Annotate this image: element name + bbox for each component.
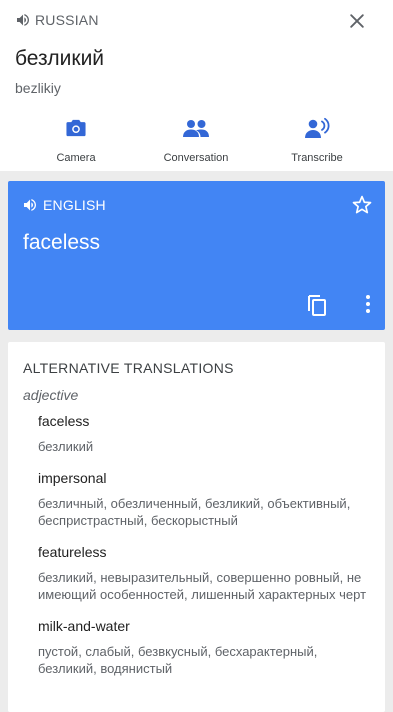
input-tools-bar: Camera Conversation Transcribe [0,114,393,170]
conversation-label: Conversation [163,152,229,164]
alternative-word: milk-and-water [38,618,130,634]
alternatives-title: ALTERNATIVE TRANSLATIONS [23,360,234,376]
transcribe-label: Transcribe [291,152,343,164]
alternative-word: faceless [38,413,90,429]
conversation-icon [183,120,209,137]
translation-card: ENGLISH faceless [8,181,385,330]
camera-label: Camera [56,152,96,164]
transcribe-icon [305,117,330,138]
speaker-icon[interactable] [22,197,38,213]
alternatives-list: faceless безликий impersonal безличный, … [38,412,378,691]
alternative-synonyms: безличный, обезличенный, безликий, объек… [38,496,351,528]
target-language-button[interactable]: ENGLISH [22,197,106,213]
source-text: безликий [15,47,105,70]
source-panel: RUSSIAN безликий bezlikiy Camera Convers… [0,0,393,171]
transcribe-button[interactable]: Transcribe [262,114,372,164]
speaker-icon[interactable] [15,12,31,28]
source-transliteration: bezlikiy [15,80,61,96]
source-language-button[interactable]: RUSSIAN [15,12,99,28]
alternative-synonyms: безликий [38,439,94,454]
source-language-label: RUSSIAN [35,12,99,28]
list-item[interactable]: faceless безликий [38,412,378,455]
translation-text: faceless [23,231,101,254]
alternative-synonyms: безликий, невыразительный, совершенно ро… [38,570,367,602]
more-options-icon[interactable] [365,294,371,314]
list-item[interactable]: impersonal безличный, обезличенный, безл… [38,469,378,529]
alternative-translations-card: ALTERNATIVE TRANSLATIONS adjective facel… [8,342,385,712]
part-of-speech: adjective [23,387,79,403]
camera-icon [66,119,86,137]
camera-button[interactable]: Camera [21,114,131,164]
list-item[interactable]: milk-and-water пустой, слабый, безвкусны… [38,617,378,677]
star-icon[interactable] [351,194,373,216]
target-language-label: ENGLISH [43,197,106,213]
copy-icon[interactable] [306,293,328,317]
alternative-synonyms: пустой, слабый, безвкусный, бесхарактерн… [38,644,318,676]
conversation-button[interactable]: Conversation [141,114,251,164]
list-item[interactable]: featureless безликий, невыразительный, с… [38,543,378,603]
alternative-word: impersonal [38,470,107,486]
close-icon[interactable] [347,11,367,31]
alternative-word: featureless [38,544,107,560]
